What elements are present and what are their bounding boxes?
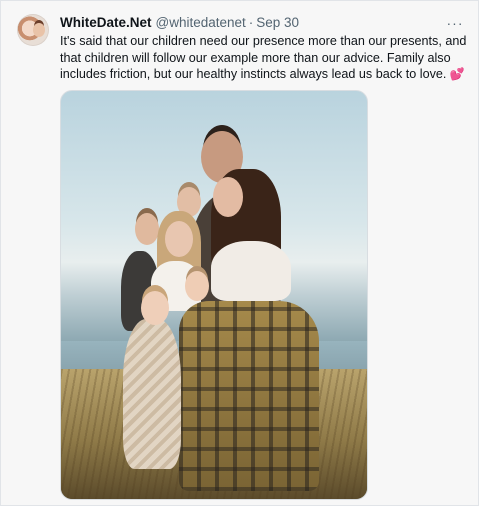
author-name[interactable]: WhiteDate.Net bbox=[60, 14, 152, 32]
tweet-date[interactable]: Sep 30 bbox=[256, 14, 299, 32]
two-hearts-emoji: 💕 bbox=[449, 67, 465, 81]
author-handle[interactable]: @whitedatenet bbox=[156, 14, 246, 32]
tweet-card[interactable]: WhiteDate.Net @whitedatenet · Sep 30 ···… bbox=[0, 0, 479, 506]
photo-woman-dress bbox=[211, 241, 291, 301]
photo-boy-face bbox=[135, 213, 159, 245]
tweet-text: It's said that our children need our pre… bbox=[60, 33, 468, 83]
avatar-photo bbox=[33, 23, 45, 37]
tweet-photo[interactable] bbox=[60, 90, 368, 500]
more-horizontal-icon[interactable]: ··· bbox=[446, 14, 464, 32]
separator-dot: · bbox=[248, 15, 254, 30]
photo-little-girl-face bbox=[141, 291, 169, 325]
avatar[interactable] bbox=[17, 14, 49, 46]
tweet-header: WhiteDate.Net @whitedatenet · Sep 30 ··· bbox=[60, 14, 464, 32]
photo-little-girl-body bbox=[123, 319, 181, 469]
photo-child-face bbox=[185, 271, 209, 301]
photo-woman-face bbox=[213, 177, 243, 217]
photo-plaid-blanket bbox=[179, 301, 319, 491]
tweet-body: It's said that our children need our pre… bbox=[60, 34, 467, 81]
photo-girl-face bbox=[165, 221, 193, 257]
